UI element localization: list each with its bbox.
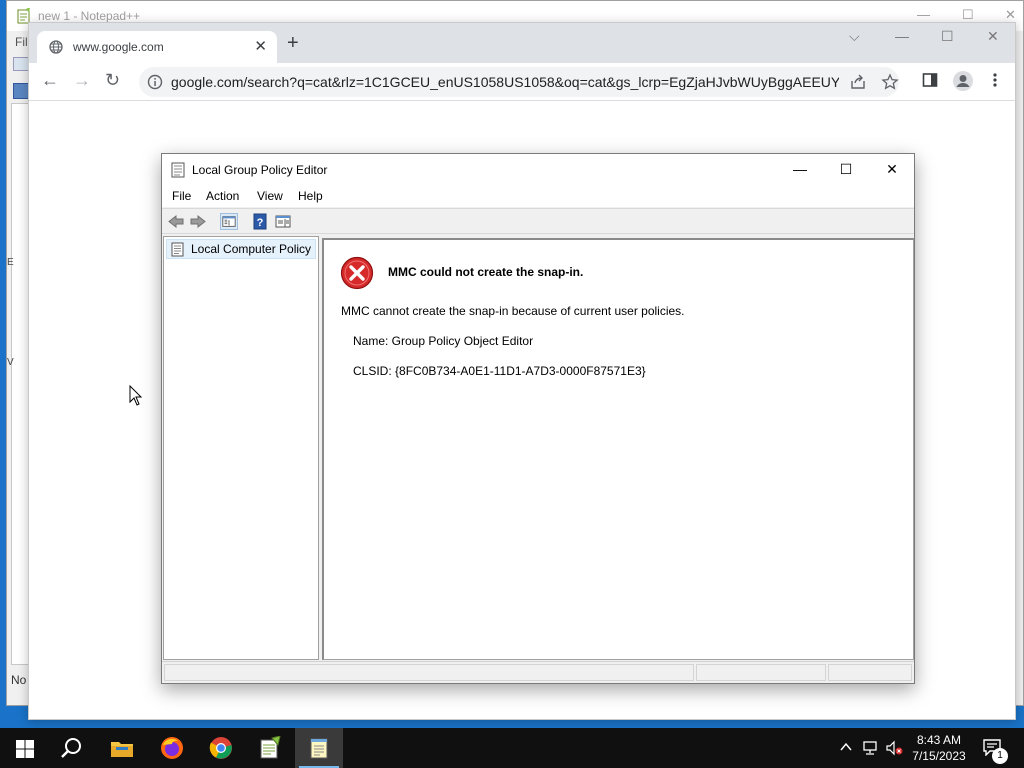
policy-document-icon <box>171 242 184 257</box>
status-cell <box>164 664 694 681</box>
tab-title: www.google.com <box>73 40 164 54</box>
forward-arrow-icon[interactable] <box>189 213 207 230</box>
back-icon[interactable]: ← <box>41 71 59 89</box>
clock-time: 8:43 AM <box>916 733 962 747</box>
close-button[interactable]: ✕ <box>869 154 915 185</box>
notepadpp-edge-glyph: E <box>7 257 14 268</box>
star-icon[interactable] <box>881 73 899 91</box>
result-pane: MMC could not create the snap-in. MMC ca… <box>322 238 914 660</box>
reload-icon[interactable]: ↻ <box>105 71 120 89</box>
chrome-taskbar-button[interactable] <box>197 728 245 768</box>
chevron-up-icon[interactable] <box>840 742 852 752</box>
show-hide-tree-icon[interactable] <box>220 213 238 230</box>
error-title: MMC could not create the snap-in. <box>388 265 584 279</box>
network-icon[interactable] <box>862 740 880 756</box>
url-text[interactable]: google.com/search?q=cat&rlz=1C1GCEU_enUS… <box>171 74 839 90</box>
firefox-icon <box>161 737 183 759</box>
notepadpp-toolbar-icon[interactable] <box>13 57 29 71</box>
chrome-tabstrip: www.google.com ✕ + ⌵ — ☐ ✕ <box>29 23 1015 63</box>
profile-icon[interactable] <box>952 70 974 92</box>
clock-date: 7/15/2023 <box>912 749 966 763</box>
back-arrow-icon[interactable] <box>167 213 185 230</box>
tree-item-local-computer-policy[interactable]: Local Computer Policy <box>166 239 317 259</box>
mmc-window: Local Group Policy Editor — ☐ ✕ File Act… <box>161 153 915 684</box>
menu-help[interactable]: Help <box>298 189 323 203</box>
tab-search-icon[interactable]: ⌵ <box>849 28 860 45</box>
status-bar <box>162 661 914 683</box>
notepadpp-save-icon[interactable] <box>13 83 29 99</box>
chrome-icon <box>209 737 232 759</box>
file-explorer-icon <box>111 742 133 757</box>
error-clsid: CLSID: {8FC0B734-A0E1-11D1-A7D3-0000F875… <box>353 364 646 378</box>
start-button[interactable] <box>0 728 48 768</box>
globe-icon <box>49 40 63 54</box>
mmc-title: Local Group Policy Editor <box>192 163 328 177</box>
tree-item-label: Local Computer Policy <box>191 242 312 256</box>
notepadpp-close-icon[interactable]: ✕ <box>1005 7 1016 23</box>
error-message: MMC cannot create the snap-in because of… <box>341 304 685 318</box>
maximize-button[interactable]: ☐ <box>823 154 869 185</box>
notepad-icon <box>310 738 328 759</box>
help-icon[interactable]: ? <box>251 213 269 230</box>
share-icon[interactable] <box>849 73 867 91</box>
taskbar-clock[interactable]: 8:43 AM 7/15/2023 <box>904 732 974 764</box>
taskbar: 8:43 AM 7/15/2023 1 <box>0 728 1024 768</box>
file-explorer-button[interactable] <box>98 728 146 768</box>
notepadpp-status: No <box>11 673 27 687</box>
search-button[interactable] <box>48 728 96 768</box>
menu-action[interactable]: Action <box>206 189 239 203</box>
error-icon <box>340 256 374 290</box>
error-snapin-name: Name: Group Policy Object Editor <box>353 334 534 348</box>
mmc-menubar: File Action View Help <box>162 185 914 207</box>
address-bar[interactable]: google.com/search?q=cat&rlz=1C1GCEU_enUS… <box>139 67 899 97</box>
mmc-toolbar: ? <box>162 208 914 234</box>
group-policy-icon <box>171 162 185 178</box>
notepadpp-menu-file[interactable]: Fil <box>15 35 28 49</box>
chrome-minimize-icon[interactable]: — <box>895 28 909 44</box>
search-icon <box>61 738 81 758</box>
menu-view[interactable]: View <box>257 189 283 203</box>
menu-icon[interactable] <box>991 72 999 88</box>
status-cell <box>696 664 826 681</box>
windows-logo-icon <box>16 740 34 758</box>
notepadpp-taskbar-button[interactable] <box>246 728 294 768</box>
svg-text:?: ? <box>257 217 264 229</box>
side-panel-icon[interactable] <box>922 72 938 88</box>
chrome-toolbar: ← → ↻ google.com/search?q=cat&rlz=1C1GCE… <box>29 63 1015 101</box>
notepad-taskbar-button[interactable] <box>295 728 343 768</box>
mouse-cursor-icon <box>129 385 143 406</box>
notepadpp-title: new 1 - Notepad++ <box>38 9 141 23</box>
mmc-titlebar[interactable]: Local Group Policy Editor — ☐ ✕ <box>162 154 914 185</box>
info-icon[interactable] <box>147 74 163 90</box>
console-tree: Local Computer Policy <box>163 236 319 660</box>
forward-icon[interactable]: → <box>73 71 91 89</box>
notepadpp-minimize-icon[interactable]: — <box>917 7 930 22</box>
status-cell <box>828 664 912 681</box>
notepadpp-maximize-icon[interactable]: ☐ <box>962 7 974 23</box>
notepadpp-icon <box>260 736 281 759</box>
minimize-button[interactable]: — <box>777 154 823 185</box>
tab-close-icon[interactable]: ✕ <box>254 37 267 55</box>
notification-count-badge: 1 <box>992 748 1008 764</box>
notepadpp-editor[interactable] <box>11 103 29 665</box>
chrome-maximize-icon[interactable]: ☐ <box>941 28 954 45</box>
show-action-pane-icon[interactable] <box>274 213 292 230</box>
notepadpp-edge-glyph: V <box>7 357 14 368</box>
chrome-close-icon[interactable]: ✕ <box>987 28 999 45</box>
firefox-button[interactable] <box>148 728 196 768</box>
menu-file[interactable]: File <box>172 189 191 203</box>
tab-google[interactable]: www.google.com ✕ <box>37 31 277 63</box>
volume-muted-icon[interactable] <box>885 740 903 756</box>
new-tab-button[interactable]: + <box>287 33 299 53</box>
